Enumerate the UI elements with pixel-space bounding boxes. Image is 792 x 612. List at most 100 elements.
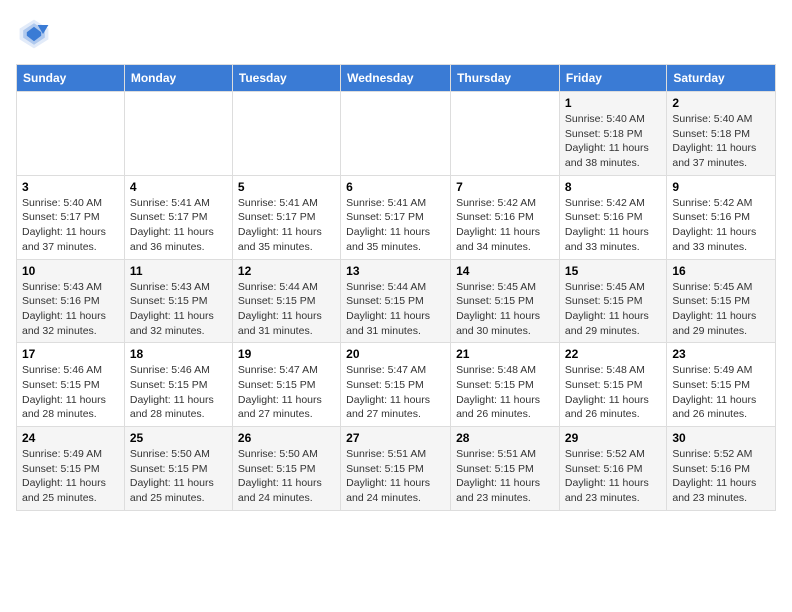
day-info: Sunrise: 5:51 AM Sunset: 5:15 PM Dayligh… bbox=[456, 447, 554, 506]
calendar-cell: 23Sunrise: 5:49 AM Sunset: 5:15 PM Dayli… bbox=[667, 343, 776, 427]
day-number: 18 bbox=[130, 347, 227, 361]
calendar-cell bbox=[124, 92, 232, 176]
day-number: 3 bbox=[22, 180, 119, 194]
day-info: Sunrise: 5:52 AM Sunset: 5:16 PM Dayligh… bbox=[672, 447, 770, 506]
day-info: Sunrise: 5:52 AM Sunset: 5:16 PM Dayligh… bbox=[565, 447, 661, 506]
calendar-cell: 13 Sunrise: 5:44 AM Sunset: 5:15 PM Dayli… bbox=[341, 259, 451, 343]
day-number: 1 bbox=[565, 96, 661, 110]
calendar-cell: 2Sunrise: 5:40 AM Sunset: 5:18 PM Daylig… bbox=[667, 92, 776, 176]
calendar-cell: 12 Sunrise: 5:44 AM Sunset: 5:15 PM Dayli… bbox=[232, 259, 340, 343]
day-info: Sunrise: 5:40 AM Sunset: 5:18 PM Dayligh… bbox=[565, 112, 661, 171]
day-info: Sunrise: 5:46 AM Sunset: 5:15 PM Dayligh… bbox=[22, 363, 119, 422]
weekday-header: Friday bbox=[559, 65, 666, 92]
calendar-cell: 3 Sunrise: 5:40 AM Sunset: 5:17 PM Daylig… bbox=[17, 175, 125, 259]
day-number: 21 bbox=[456, 347, 554, 361]
calendar-cell: 22 Sunrise: 5:48 AM Sunset: 5:15 PM Dayli… bbox=[559, 343, 666, 427]
day-number: 27 bbox=[346, 431, 445, 445]
calendar-cell: 30 Sunrise: 5:52 AM Sunset: 5:16 PM Dayli… bbox=[667, 427, 776, 511]
day-info: Sunrise: 5:41 AM Sunset: 5:17 PM Dayligh… bbox=[238, 196, 335, 255]
day-info: Sunrise: 5:42 AM Sunset: 5:16 PM Dayligh… bbox=[456, 196, 554, 255]
calendar-cell: 18 Sunrise: 5:46 AM Sunset: 5:15 PM Dayli… bbox=[124, 343, 232, 427]
calendar-cell: 9 Sunrise: 5:42 AM Sunset: 5:16 PM Daylig… bbox=[667, 175, 776, 259]
day-info: Sunrise: 5:48 AM Sunset: 5:15 PM Dayligh… bbox=[456, 363, 554, 422]
calendar-week-row: 3 Sunrise: 5:40 AM Sunset: 5:17 PM Daylig… bbox=[17, 175, 776, 259]
day-number: 24 bbox=[22, 431, 119, 445]
calendar-cell: 8Sunrise: 5:42 AM Sunset: 5:16 PM Daylig… bbox=[559, 175, 666, 259]
day-info: Sunrise: 5:40 AM Sunset: 5:18 PM Dayligh… bbox=[672, 112, 770, 171]
day-info: Sunrise: 5:44 AM Sunset: 5:15 PM Dayligh… bbox=[346, 280, 445, 339]
day-number: 7 bbox=[456, 180, 554, 194]
day-number: 25 bbox=[130, 431, 227, 445]
calendar-cell bbox=[451, 92, 560, 176]
calendar-cell: 7 Sunrise: 5:42 AM Sunset: 5:16 PM Daylig… bbox=[451, 175, 560, 259]
day-info: Sunrise: 5:48 AM Sunset: 5:15 PM Dayligh… bbox=[565, 363, 661, 422]
day-info: Sunrise: 5:45 AM Sunset: 5:15 PM Dayligh… bbox=[565, 280, 661, 339]
calendar-cell: 11 Sunrise: 5:43 AM Sunset: 5:15 PM Dayli… bbox=[124, 259, 232, 343]
logo-icon bbox=[16, 16, 52, 52]
calendar: SundayMondayTuesdayWednesdayThursdayFrid… bbox=[16, 64, 776, 511]
calendar-cell bbox=[341, 92, 451, 176]
day-number: 4 bbox=[130, 180, 227, 194]
calendar-cell: 14Sunrise: 5:45 AM Sunset: 5:15 PM Dayli… bbox=[451, 259, 560, 343]
day-info: Sunrise: 5:50 AM Sunset: 5:15 PM Dayligh… bbox=[238, 447, 335, 506]
day-number: 30 bbox=[672, 431, 770, 445]
calendar-week-row: 1 Sunrise: 5:40 AM Sunset: 5:18 PM Daylig… bbox=[17, 92, 776, 176]
day-number: 29 bbox=[565, 431, 661, 445]
day-info: Sunrise: 5:49 AM Sunset: 5:15 PM Dayligh… bbox=[672, 363, 770, 422]
day-info: Sunrise: 5:50 AM Sunset: 5:15 PM Dayligh… bbox=[130, 447, 227, 506]
calendar-cell: 27Sunrise: 5:51 AM Sunset: 5:15 PM Dayli… bbox=[341, 427, 451, 511]
day-info: Sunrise: 5:44 AM Sunset: 5:15 PM Dayligh… bbox=[238, 280, 335, 339]
calendar-cell: 20 Sunrise: 5:47 AM Sunset: 5:15 PM Dayli… bbox=[341, 343, 451, 427]
logo bbox=[16, 16, 56, 52]
day-number: 22 bbox=[565, 347, 661, 361]
calendar-cell: 17 Sunrise: 5:46 AM Sunset: 5:15 PM Dayli… bbox=[17, 343, 125, 427]
day-number: 15 bbox=[565, 264, 661, 278]
calendar-cell: 5 Sunrise: 5:41 AM Sunset: 5:17 PM Daylig… bbox=[232, 175, 340, 259]
day-info: Sunrise: 5:46 AM Sunset: 5:15 PM Dayligh… bbox=[130, 363, 227, 422]
day-number: 16 bbox=[672, 264, 770, 278]
calendar-cell: 16 Sunrise: 5:45 AM Sunset: 5:15 PM Dayli… bbox=[667, 259, 776, 343]
day-number: 12 bbox=[238, 264, 335, 278]
calendar-cell bbox=[232, 92, 340, 176]
calendar-cell: 1 Sunrise: 5:40 AM Sunset: 5:18 PM Daylig… bbox=[559, 92, 666, 176]
calendar-cell: 29 Sunrise: 5:52 AM Sunset: 5:16 PM Dayli… bbox=[559, 427, 666, 511]
calendar-cell: 19Sunrise: 5:47 AM Sunset: 5:15 PM Dayli… bbox=[232, 343, 340, 427]
day-info: Sunrise: 5:47 AM Sunset: 5:15 PM Dayligh… bbox=[346, 363, 445, 422]
day-info: Sunrise: 5:43 AM Sunset: 5:15 PM Dayligh… bbox=[130, 280, 227, 339]
calendar-header-row: SundayMondayTuesdayWednesdayThursdayFrid… bbox=[17, 65, 776, 92]
day-info: Sunrise: 5:45 AM Sunset: 5:15 PM Dayligh… bbox=[456, 280, 554, 339]
calendar-cell: 4 Sunrise: 5:41 AM Sunset: 5:17 PM Daylig… bbox=[124, 175, 232, 259]
day-number: 5 bbox=[238, 180, 335, 194]
day-number: 6 bbox=[346, 180, 445, 194]
day-number: 13 bbox=[346, 264, 445, 278]
calendar-week-row: 24 Sunrise: 5:49 AM Sunset: 5:15 PM Dayli… bbox=[17, 427, 776, 511]
day-info: Sunrise: 5:41 AM Sunset: 5:17 PM Dayligh… bbox=[130, 196, 227, 255]
calendar-cell: 6 Sunrise: 5:41 AM Sunset: 5:17 PM Daylig… bbox=[341, 175, 451, 259]
day-number: 11 bbox=[130, 264, 227, 278]
day-info: Sunrise: 5:40 AM Sunset: 5:17 PM Dayligh… bbox=[22, 196, 119, 255]
day-number: 17 bbox=[22, 347, 119, 361]
day-number: 8 bbox=[565, 180, 661, 194]
day-number: 20 bbox=[346, 347, 445, 361]
calendar-cell: 21 Sunrise: 5:48 AM Sunset: 5:15 PM Dayli… bbox=[451, 343, 560, 427]
day-number: 26 bbox=[238, 431, 335, 445]
calendar-cell bbox=[17, 92, 125, 176]
day-info: Sunrise: 5:47 AM Sunset: 5:15 PM Dayligh… bbox=[238, 363, 335, 422]
calendar-cell: 28 Sunrise: 5:51 AM Sunset: 5:15 PM Dayli… bbox=[451, 427, 560, 511]
day-info: Sunrise: 5:49 AM Sunset: 5:15 PM Dayligh… bbox=[22, 447, 119, 506]
calendar-cell: 15 Sunrise: 5:45 AM Sunset: 5:15 PM Dayli… bbox=[559, 259, 666, 343]
calendar-week-row: 10Sunrise: 5:43 AM Sunset: 5:16 PM Dayli… bbox=[17, 259, 776, 343]
day-info: Sunrise: 5:42 AM Sunset: 5:16 PM Dayligh… bbox=[672, 196, 770, 255]
weekday-header: Tuesday bbox=[232, 65, 340, 92]
calendar-cell: 25 Sunrise: 5:50 AM Sunset: 5:15 PM Dayli… bbox=[124, 427, 232, 511]
day-info: Sunrise: 5:45 AM Sunset: 5:15 PM Dayligh… bbox=[672, 280, 770, 339]
calendar-week-row: 17 Sunrise: 5:46 AM Sunset: 5:15 PM Dayli… bbox=[17, 343, 776, 427]
weekday-header: Sunday bbox=[17, 65, 125, 92]
weekday-header: Wednesday bbox=[341, 65, 451, 92]
weekday-header: Saturday bbox=[667, 65, 776, 92]
weekday-header: Monday bbox=[124, 65, 232, 92]
day-info: Sunrise: 5:41 AM Sunset: 5:17 PM Dayligh… bbox=[346, 196, 445, 255]
calendar-cell: 26 Sunrise: 5:50 AM Sunset: 5:15 PM Dayli… bbox=[232, 427, 340, 511]
day-number: 28 bbox=[456, 431, 554, 445]
day-number: 9 bbox=[672, 180, 770, 194]
